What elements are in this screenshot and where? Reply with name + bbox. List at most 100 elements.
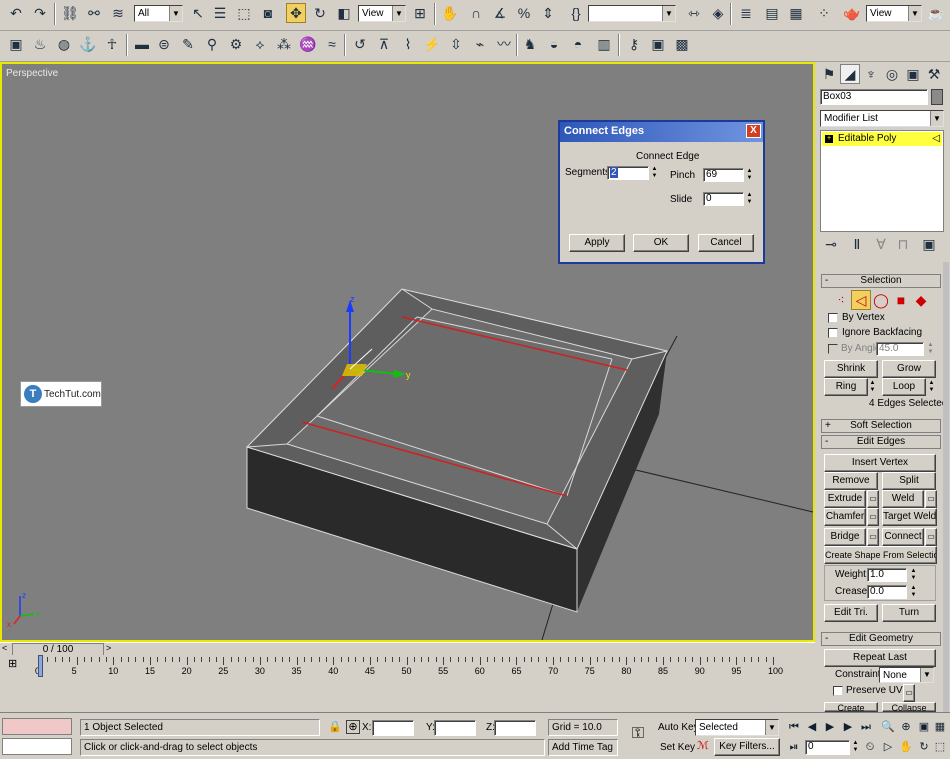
space-warp-icon[interactable]: ⟡ (250, 34, 270, 54)
preserve-uvs-settings-icon[interactable]: ▭ (903, 684, 915, 702)
named-selection-dropdown[interactable]: ▼ (588, 5, 676, 22)
loop-spinner[interactable]: ▲ ▼ (927, 380, 936, 394)
maximize-viewport-icon[interactable]: ⬚ (932, 739, 948, 755)
modifier-list-dropdown[interactable]: Modifier List ▼ (820, 110, 944, 127)
weight-field[interactable]: 1.0 (867, 568, 907, 582)
make-unique-icon[interactable]: ∀ (871, 234, 891, 254)
render-frame-icon[interactable]: ▣ (648, 34, 668, 54)
preserve-uvs-checkbox[interactable] (833, 686, 843, 696)
connect-settings-icon[interactable]: ▭ (925, 528, 937, 546)
pivot-center-icon[interactable]: ⊞ (410, 3, 430, 23)
redo-icon[interactable]: ↷ (30, 3, 50, 23)
object-name-field[interactable]: Box03 (820, 89, 928, 105)
smooth-icon[interactable]: ◓ (568, 34, 588, 54)
sphere-icon[interactable]: ◍ (54, 34, 74, 54)
zoom-extents-icon[interactable]: ▣ (916, 719, 932, 735)
mirror-icon[interactable]: ⇿ (684, 3, 704, 23)
create-shape-button[interactable]: Create Shape From Selection (824, 546, 937, 564)
modify-tab-icon[interactable]: ◢ (840, 64, 860, 84)
by-angle-spinner[interactable]: ▲ ▼ (926, 342, 935, 356)
constraints-dropdown[interactable]: None ▼ (879, 667, 934, 683)
mesh-icon[interactable]: ♞ (520, 34, 540, 54)
repeat-last-button[interactable]: Repeat Last (824, 649, 936, 667)
add-time-tag[interactable]: Add Time Tag (548, 739, 618, 756)
segments-field[interactable]: 2 (607, 166, 649, 180)
orbit-icon[interactable]: ↻ (916, 739, 932, 755)
render-view-dropdown[interactable]: View ▼ (866, 5, 922, 22)
configure-modifier-sets-icon[interactable]: ▣ (919, 234, 939, 254)
show-end-result-icon[interactable]: Ⅱ (847, 234, 867, 254)
weld-button[interactable]: Weld (882, 490, 924, 508)
dialog-title-bar[interactable]: Connect Edges X (560, 122, 763, 142)
snaps-toggle-icon[interactable]: ∩ (466, 3, 486, 23)
rectangular-selection-icon[interactable]: ⬚ (234, 3, 254, 23)
previous-frame-icon[interactable]: ◀ (804, 719, 820, 735)
key-icon[interactable]: ⚿ (626, 725, 650, 745)
chamfer-button[interactable]: Chamfer (824, 508, 866, 526)
current-time-marker[interactable] (38, 655, 43, 677)
slide-spinner[interactable]: ▲ ▼ (745, 192, 754, 206)
quick-render-icon[interactable]: ☕ (926, 3, 946, 23)
turn-button[interactable]: Turn (882, 604, 936, 622)
box-icon[interactable]: ▬ (132, 34, 152, 54)
noise-icon[interactable]: ⚡ (422, 34, 442, 54)
pin-stack-icon[interactable]: ⊸ (821, 234, 841, 254)
display-tab-icon[interactable]: ▣ (903, 64, 923, 84)
modifier-stack[interactable]: + Editable Poly ◁ (820, 130, 944, 232)
edge-subobject-icon[interactable]: ◁ (851, 290, 871, 310)
stretch-icon[interactable]: ⇳ (446, 34, 466, 54)
z-coord-field[interactable] (494, 720, 536, 736)
schematic-view-icon[interactable]: ▦ (786, 3, 806, 23)
border-subobject-icon[interactable]: ◯ (871, 290, 891, 310)
bend-icon[interactable]: ↺ (350, 34, 370, 54)
light-icon[interactable]: ✎ (178, 34, 198, 54)
bridge-settings-icon[interactable]: ▭ (867, 528, 879, 546)
window-crossing-icon[interactable]: ◙ (258, 3, 278, 23)
by-angle-checkbox[interactable] (828, 344, 838, 354)
shapes-icon[interactable]: ▣ (6, 34, 26, 54)
go-to-end-icon[interactable]: ⏭ (858, 719, 874, 735)
ring-button[interactable]: Ring (824, 378, 868, 396)
helper-icon[interactable]: ⚓ (78, 34, 98, 54)
play-icon[interactable]: ▶ (822, 719, 838, 735)
pan-icon[interactable]: ✋ (898, 739, 914, 755)
taper-icon[interactable]: ⊼ (374, 34, 394, 54)
motion-tab-icon[interactable]: ◎ (882, 64, 902, 84)
panel-scrollbar[interactable] (943, 262, 949, 712)
chamfer-settings-icon[interactable]: ▭ (867, 508, 879, 526)
zoom-icon[interactable]: 🔍 (880, 719, 896, 735)
hierarchy-tab-icon[interactable]: ♆ (861, 64, 881, 84)
current-frame-field[interactable]: 0 (805, 740, 850, 755)
insert-vertex-button[interactable]: Insert Vertex (824, 454, 936, 472)
pinch-spinner[interactable]: ▲ ▼ (745, 168, 754, 182)
track-bar[interactable]: ⊞ 05101520253035404550556065707580859095… (0, 655, 815, 677)
auto-key-button[interactable]: Auto Key (658, 722, 699, 733)
extrude-settings-icon[interactable]: ▭ (867, 490, 879, 508)
current-frame-spinner[interactable]: ▲ ▼ (851, 740, 860, 754)
unlink-icon[interactable]: ⚯ (84, 3, 104, 23)
percent-snap-icon[interactable]: % (514, 3, 534, 23)
select-by-name-icon[interactable]: ☰ (210, 3, 230, 23)
remove-modifier-icon[interactable]: ⊓ (893, 234, 913, 254)
polygon-subobject-icon[interactable]: ■ (891, 290, 911, 310)
x-coord-field[interactable] (372, 720, 414, 736)
material-editor-icon[interactable]: ⁘ (814, 3, 834, 23)
stack-expand-icon[interactable]: + (825, 135, 833, 143)
maxscript-listener-pink[interactable] (2, 718, 72, 735)
absolute-mode-icon[interactable]: ⊕ (346, 720, 360, 734)
split-button[interactable]: Split (882, 472, 936, 490)
gear-icon[interactable]: ⚙ (226, 34, 246, 54)
edit-geometry-rollout-header[interactable]: - Edit Geometry (821, 632, 941, 646)
element-subobject-icon[interactable]: ◆ (911, 290, 931, 310)
create-tab-icon[interactable]: ⚑ (819, 64, 839, 84)
maxscript-listener-white[interactable] (2, 738, 72, 755)
stack-item-editable-poly[interactable]: + Editable Poly ◁ (822, 132, 942, 146)
crease-spinner[interactable]: ▲ ▼ (909, 585, 918, 599)
curve-editor-icon[interactable]: ▤ (762, 3, 782, 23)
twist-icon[interactable]: ⌇ (398, 34, 418, 54)
pinch-field[interactable]: 69 (703, 168, 744, 182)
lock-selection-icon[interactable]: 🔒 (328, 720, 342, 734)
next-frame-icon[interactable]: ▶ (840, 719, 856, 735)
field-of-view-icon[interactable]: ▷ (880, 739, 896, 755)
target-weld-button[interactable]: Target Weld (882, 508, 937, 526)
